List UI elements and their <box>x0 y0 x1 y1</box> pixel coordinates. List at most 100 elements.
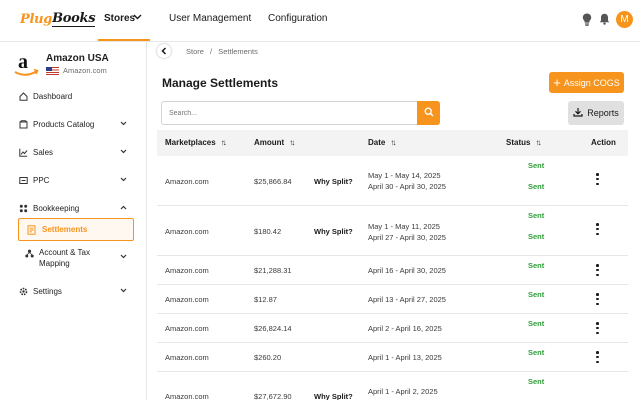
store-name: Amazon USA <box>46 53 109 64</box>
why-split-link[interactable]: Why Split? <box>314 227 353 236</box>
table-row: Amazon.com $27,672.90 Why Split? April 1… <box>157 372 628 400</box>
cell-date: May 1 - May 14, 2025 <box>368 171 441 180</box>
chevron-down-icon[interactable] <box>120 252 127 261</box>
cell-date: May 1 - May 11, 2025 <box>368 222 440 231</box>
ppc-icon <box>18 175 28 185</box>
cell-date: April 13 - April 27, 2025 <box>368 295 446 304</box>
more-options-icon[interactable] <box>596 293 599 307</box>
cell-marketplace: Amazon.com <box>165 177 209 186</box>
chevron-down-icon[interactable] <box>120 175 127 184</box>
status-badge: Sent <box>528 211 545 220</box>
user-avatar[interactable]: M <box>616 11 633 28</box>
sidebar-item-account-tax-mapping[interactable]: Account & Tax Mapping <box>24 247 90 269</box>
assign-cogs-label: Assign COGS <box>563 77 620 88</box>
chevron-up-icon[interactable] <box>120 203 127 212</box>
more-options-icon[interactable] <box>596 351 599 365</box>
us-flag-icon <box>46 66 59 75</box>
amazon-logo: a <box>12 51 40 79</box>
back-button[interactable] <box>157 44 171 58</box>
cell-marketplace: Amazon.com <box>165 227 209 236</box>
table-row: Amazon.com $12.87 April 13 - April 27, 2… <box>157 285 628 314</box>
sort-icon: ↑↓ <box>220 138 227 147</box>
sort-icon: ↑↓ <box>535 138 541 147</box>
sidebar-item-label: Bookkeeping <box>33 203 80 213</box>
box-icon <box>18 119 28 129</box>
sidebar: a Amazon USA Amazon.com Dashboard Produc… <box>0 42 147 400</box>
sidebar-item-sales[interactable]: Sales <box>18 147 53 157</box>
cell-amount: $26,824.14 <box>254 324 292 333</box>
sidebar-item-label: Products Catalog <box>33 119 95 129</box>
sidebar-item-label: Settings <box>33 286 62 296</box>
search-input[interactable] <box>162 102 418 124</box>
store-marketplace-label: Amazon.com <box>63 66 107 75</box>
reports-button[interactable]: Reports <box>568 101 624 125</box>
assign-cogs-button[interactable]: + Assign COGS <box>549 72 624 93</box>
reports-label: Reports <box>587 108 619 118</box>
why-split-link[interactable]: Why Split? <box>314 392 353 400</box>
chevron-down-icon[interactable] <box>133 12 142 22</box>
nav-stores[interactable]: Stores <box>104 13 135 24</box>
more-options-icon[interactable] <box>596 264 599 278</box>
table-row: Amazon.com $260.20 April 1 - April 13, 2… <box>157 343 628 372</box>
sidebar-item-label-line2: Mapping <box>39 259 70 268</box>
nav-user-management[interactable]: User Management <box>169 13 251 24</box>
sidebar-item-label: Settlements <box>42 225 88 234</box>
document-icon <box>27 224 37 235</box>
header-status[interactable]: Status ↑↓ <box>506 138 541 147</box>
sort-icon: ↑↓ <box>390 138 396 147</box>
sidebar-item-label: PPC <box>33 175 50 185</box>
bookkeeping-icon <box>18 203 28 213</box>
sidebar-item-label: Account & Tax <box>39 248 90 257</box>
plus-icon: + <box>553 75 561 90</box>
cell-date: April 27 - April 30, 2025 <box>368 233 446 242</box>
cell-date: April 30 - April 30, 2025 <box>368 182 446 191</box>
cell-amount: $27,672.90 <box>254 392 292 400</box>
chevron-down-icon[interactable] <box>120 286 127 295</box>
table-row: Amazon.com $26,824.14 April 2 - April 16… <box>157 314 628 343</box>
lightbulb-icon[interactable] <box>580 11 594 27</box>
chevron-down-icon[interactable] <box>120 119 127 128</box>
chart-icon <box>18 147 28 157</box>
status-badge: Sent <box>528 377 545 386</box>
cell-date: April 1 - April 2, 2025 <box>368 387 438 396</box>
store-marketplace: Amazon.com <box>46 66 107 75</box>
why-split-link[interactable]: Why Split? <box>314 177 353 186</box>
cell-amount: $25,866.84 <box>254 177 292 186</box>
plugbooks-logo[interactable]: Plug Books <box>20 10 96 28</box>
mapping-icon <box>24 248 34 258</box>
header-marketplaces[interactable]: Marketplaces ↑↓ <box>165 138 227 147</box>
status-badge: Sent <box>528 261 545 270</box>
status-badge: Sent <box>528 348 545 357</box>
header-date[interactable]: Date ↑↓ <box>368 138 396 147</box>
sidebar-item-settlements[interactable]: Settlements <box>18 218 134 241</box>
status-badge: Sent <box>528 290 545 299</box>
cell-amount: $21,288.31 <box>254 266 292 275</box>
chevron-down-icon[interactable] <box>120 147 127 156</box>
bell-icon[interactable] <box>597 11 611 27</box>
cell-date: April 16 - April 30, 2025 <box>368 266 446 275</box>
cell-amount: $260.20 <box>254 353 282 362</box>
nav-configuration[interactable]: Configuration <box>268 13 327 24</box>
home-icon <box>18 91 28 101</box>
cell-marketplace: Amazon.com <box>165 295 209 304</box>
sidebar-item-bookkeeping[interactable]: Bookkeeping <box>18 203 79 213</box>
sidebar-item-settings[interactable]: Settings <box>18 286 62 296</box>
gear-icon <box>18 286 28 296</box>
breadcrumb-store[interactable]: Store <box>186 47 204 56</box>
svg-text:a: a <box>18 53 28 73</box>
breadcrumb-separator: / <box>210 47 213 56</box>
more-options-icon[interactable] <box>596 223 599 237</box>
cell-amount: $12.87 <box>254 295 277 304</box>
cell-marketplace: Amazon.com <box>165 353 209 362</box>
cell-marketplace: Amazon.com <box>165 392 209 400</box>
sidebar-item-dashboard[interactable]: Dashboard <box>18 91 72 101</box>
more-options-icon[interactable] <box>596 322 599 336</box>
more-options-icon[interactable] <box>596 173 599 187</box>
search-button[interactable] <box>417 101 440 125</box>
sidebar-item-ppc[interactable]: PPC <box>18 175 49 185</box>
header-amount[interactable]: Amount ↑↓ <box>254 138 295 147</box>
page-title: Manage Settlements <box>162 76 279 90</box>
sort-icon: ↑↓ <box>289 138 295 147</box>
sidebar-item-products-catalog[interactable]: Products Catalog <box>18 119 94 129</box>
breadcrumb: Store / Settlements <box>186 47 258 56</box>
